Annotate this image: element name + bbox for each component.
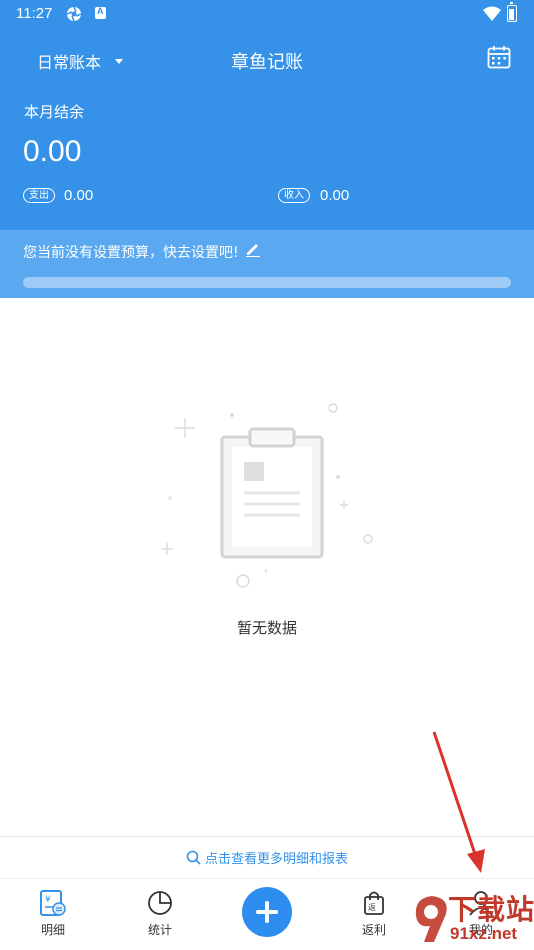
expense-value: 0.00 [64,187,94,204]
expense-summary: 支出 0.00 [23,187,93,204]
svg-text:¥: ¥ [45,895,51,905]
notification-icon [95,6,106,19]
status-time: 11:27 [16,5,53,22]
app-title: 章鱼记账 [231,52,303,73]
tab-profile[interactable]: 我的 [451,889,511,938]
shopping-bag-icon: 返 [364,891,384,915]
empty-state-text: 暂无数据 [236,619,297,637]
tab-rebate[interactable]: 返 返利 [344,889,404,938]
budget-banner[interactable]: 您当前没有设置预算，快去设置吧! [0,230,534,298]
tab-details[interactable]: ¥ 明细 [23,889,83,938]
tab-rebate-label: 返利 [361,923,386,937]
tab-details-label: 明细 [40,923,65,937]
more-details-link[interactable]: 点击查看更多明细和报表 [0,836,534,878]
income-summary: 收入 0.00 [278,187,349,204]
battery-icon [507,2,517,22]
bottom-tab-bar: ¥ 明细 统计 返 返利 我的 [0,878,534,950]
header: 日常账本 章鱼记账 本月结余 0.00 支出 0.00 收入 0.00 [0,28,534,230]
person-icon [469,891,493,916]
svg-text:返: 返 [368,903,376,912]
add-record-button[interactable] [242,887,292,937]
tab-profile-label: 我的 [468,923,493,937]
search-icon [186,850,201,865]
status-bar: 11:27 [0,0,534,28]
tab-stats-label: 统计 [147,923,172,937]
empty-clipboard-illustration [161,403,373,588]
more-details-label: 点击查看更多明细和报表 [204,852,348,867]
balance-value: 0.00 [23,135,82,168]
budget-prompt: 您当前没有设置预算，快去设置吧! [23,245,239,261]
budget-progress-bar [23,277,511,288]
balance-label: 本月结余 [24,103,85,121]
expense-badge: 支出 [23,188,55,203]
calendar-icon[interactable] [487,45,511,69]
income-badge: 收入 [278,188,310,203]
wifi-icon [483,6,501,21]
income-value: 0.00 [320,187,350,204]
ledger-icon: ¥ [40,890,66,916]
edit-pencil-icon[interactable] [245,241,261,257]
tab-stats[interactable]: 统计 [130,889,190,938]
aperture-icon [66,6,82,22]
pie-chart-icon [148,891,172,915]
